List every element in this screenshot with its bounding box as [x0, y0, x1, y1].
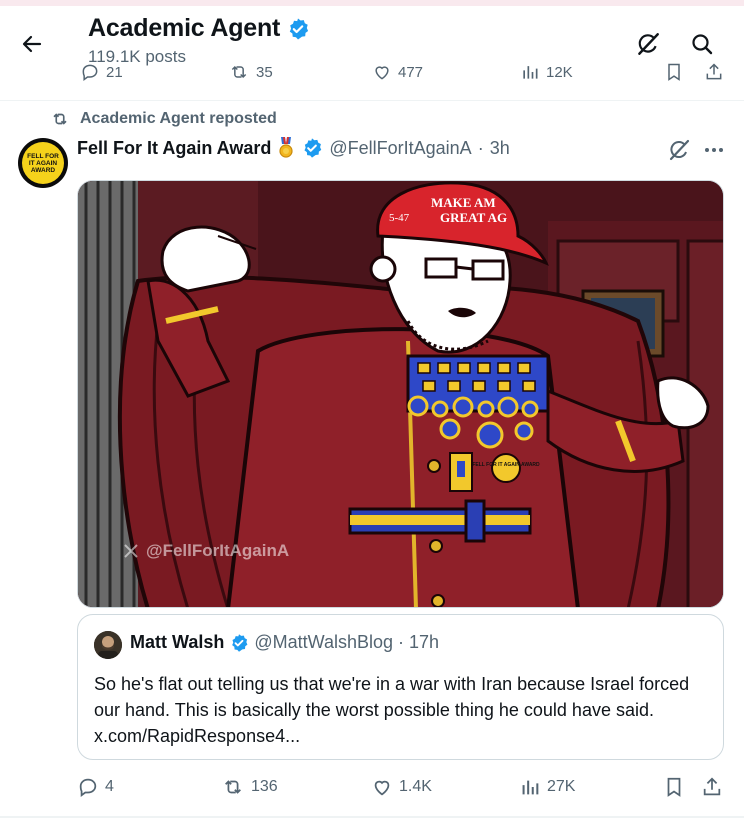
quoted-separator-dot: ·: [398, 632, 404, 652]
prev-like-count: 477: [398, 63, 424, 81]
bookmark-icon: [667, 777, 681, 797]
post-time[interactable]: 3h: [490, 138, 510, 159]
share-icon: [703, 777, 721, 796]
prev-share-action[interactable]: [704, 62, 724, 82]
post-count: 119.1K posts: [88, 47, 186, 66]
reply-count: 4: [105, 778, 114, 795]
prev-views-count: 12K: [546, 63, 573, 81]
reply-icon: [79, 778, 97, 797]
profile-header: Academic Agent 119.1K posts: [0, 6, 744, 66]
like-count: 1.4K: [399, 778, 432, 795]
feed-divider: [0, 100, 744, 101]
bookmark-icon: [668, 63, 680, 81]
repost-button[interactable]: 136: [221, 776, 278, 798]
quoted-tweet-card[interactable]: Matt Walsh @MattWalshBlog · 17h So he's …: [77, 614, 724, 760]
arrow-left-icon: [22, 35, 42, 53]
grok-button[interactable]: [630, 26, 666, 62]
more-dots-icon: [705, 148, 723, 152]
repost-count: 136: [251, 778, 278, 795]
verified-badge-icon: [289, 18, 309, 39]
separator-dot: ·: [477, 137, 484, 158]
media-watermark: @FellForItAgainA: [122, 541, 289, 561]
quoted-post-time: 17h: [409, 632, 440, 652]
avatar-logo-text: FELL FOR IT AGAIN AWARD: [22, 142, 64, 184]
heart-icon: [375, 66, 389, 80]
hat-text-line-1: MAKE AM: [431, 195, 496, 210]
header-title-block: Academic Agent 119.1K posts: [88, 14, 310, 67]
bookmark-button[interactable]: [663, 776, 685, 798]
tweet-action-bar: 4 136 1.4K 27K: [77, 776, 737, 802]
hat-text-line-2: GREAT AG: [440, 210, 507, 225]
avatar-photo: [94, 631, 122, 659]
page-title: Academic Agent: [88, 14, 281, 42]
views-button[interactable]: 27K: [519, 776, 575, 798]
medal-emoji-icon: [279, 137, 293, 158]
verified-badge-icon: [232, 633, 248, 652]
grok-explain-button[interactable]: [664, 136, 694, 164]
verified-badge-icon: [304, 138, 322, 158]
share-button[interactable]: [701, 776, 723, 798]
heart-icon: [374, 780, 390, 796]
prev-like-action[interactable]: 477: [372, 62, 423, 82]
back-button[interactable]: [14, 26, 50, 62]
tweet-author-row: Fell For It Again Award @FellForItAgainA…: [77, 137, 510, 159]
repost-indicator[interactable]: Academic Agent reposted: [50, 110, 277, 128]
grok-icon: [638, 33, 659, 55]
author-handle[interactable]: @FellForItAgainA: [329, 138, 471, 159]
search-button[interactable]: [684, 26, 720, 62]
quoted-author-row: Matt Walsh @MattWalshBlog · 17h: [130, 632, 439, 653]
hat-side-text: 5-47: [389, 212, 410, 224]
views-icon: [523, 66, 538, 79]
grok-icon: [669, 139, 690, 161]
author-name[interactable]: Fell For It Again Award: [77, 138, 271, 159]
repost-label: Academic Agent reposted: [80, 110, 277, 127]
prev-bookmark-action[interactable]: [664, 62, 684, 82]
quoted-author-avatar[interactable]: [94, 631, 122, 659]
quoted-author-handle: @MattWalshBlog: [254, 632, 393, 652]
search-icon: [692, 34, 713, 55]
reply-button[interactable]: 4: [77, 776, 114, 798]
quoted-author-name: Matt Walsh: [130, 632, 225, 652]
repost-icon: [53, 113, 67, 125]
repost-icon: [225, 780, 241, 794]
share-icon: [706, 63, 722, 80]
views-count: 27K: [547, 778, 576, 795]
more-options-button[interactable]: [698, 136, 730, 164]
prev-views-action[interactable]: 12K: [520, 62, 573, 82]
tweet-media-image[interactable]: FELL FOR IT AGAIN AWARD MAKE AM GREAT AG…: [77, 180, 724, 608]
quoted-tweet-text: So he's flat out telling us that we're i…: [94, 674, 690, 746]
like-button[interactable]: 1.4K: [371, 776, 432, 798]
views-icon: [522, 780, 539, 795]
medal-label: FELL FOR IT AGAIN AWARD: [472, 462, 540, 468]
x-logo-icon: [124, 544, 138, 558]
author-avatar[interactable]: FELL FOR IT AGAIN AWARD: [18, 138, 68, 188]
